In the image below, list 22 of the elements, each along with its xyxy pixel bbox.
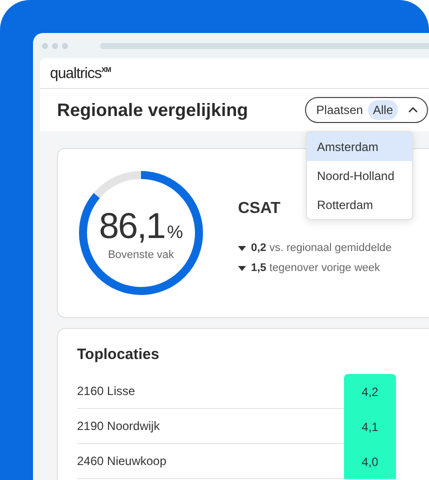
caret-icon [408,107,418,113]
score-cell: 4,0 [344,444,396,479]
logo: qualtrics$^{XM}$ [50,64,111,82]
caret-down-icon [238,246,246,250]
filter-dropdown[interactable]: Plaatsen Alle [305,97,428,123]
dropdown-option[interactable]: Amsterdam [307,132,412,161]
window-dot-icon [42,42,48,48]
score-caption: Bovenste vak [108,249,174,261]
delta-text: 0,2 vs. regionaal gemiddelde [251,242,392,254]
score-value: 86,1 [98,205,166,247]
caret-down-icon [238,266,246,270]
delta-text: 1,5 tegenover vorige week [251,262,380,274]
dropdown-option[interactable]: Rotterdam [307,190,412,219]
metric-title: CSAT [238,200,280,218]
dropdown-option[interactable]: Noord-Holland [307,161,412,190]
window-dot-icon [62,42,68,48]
score-cell: 4,1 [344,409,396,444]
page-title: Regionale vergelijking [57,100,248,120]
score-cell: 4,2 [344,374,396,409]
score-unit: % [167,222,184,243]
window-dot-icon [52,42,58,48]
card-title: Toplocaties [77,346,160,363]
